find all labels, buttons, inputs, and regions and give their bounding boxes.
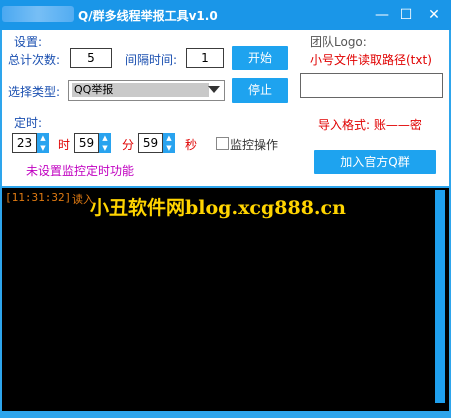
monitor-checkbox[interactable] [216,137,229,150]
minimize-button[interactable]: — [373,6,391,24]
window-bottom-border [0,411,451,418]
account-file-path-input[interactable] [300,73,443,98]
chevron-down-icon[interactable] [208,86,220,93]
log-scrollbar[interactable] [435,190,445,403]
spin-down-icon[interactable]: ▼ [37,143,49,153]
hour-input[interactable]: 23 [12,133,37,153]
window-title: Q/群多线程举报工具v1.0 [78,9,218,23]
second-spinner[interactable]: ▲ ▼ [163,133,175,153]
timer-section-label: 定时: [14,116,43,130]
maximize-button[interactable]: ☐ [397,6,415,24]
start-button[interactable]: 开始 [232,46,288,70]
account-file-path-hint: 小号文件读取路径(txt) [310,53,432,67]
monitor-label[interactable]: 监控操作 [230,136,278,153]
stop-button[interactable]: 停止 [232,78,288,103]
type-select[interactable]: QQ举报 [68,80,225,101]
interval-label: 间隔时间: [125,53,178,67]
title-bar[interactable]: Q/群多线程举报工具v1.0 — ☐ ✕ [0,0,451,30]
minute-unit: 分 [122,138,135,152]
settings-panel: 设置: 总计次数: 5 间隔时间: 1 开始 选择类型: QQ举报 停止 定时:… [2,30,449,186]
type-label: 选择类型: [8,85,61,99]
import-format-text: 导入格式: 账——密 [318,118,422,132]
spin-up-icon[interactable]: ▲ [99,133,111,143]
spin-down-icon[interactable]: ▼ [99,143,111,153]
minute-spinner[interactable]: ▲ ▼ [99,133,111,153]
second-unit: 秒 [185,138,198,152]
total-count-label: 总计次数: [8,53,61,67]
app-icon [2,6,74,22]
minute-input[interactable]: 59 [74,133,99,153]
settings-section-label: 设置: [14,35,43,49]
close-button[interactable]: ✕ [425,6,443,24]
total-count-input[interactable]: 5 [70,48,112,68]
join-group-button[interactable]: 加入官方Q群 [314,150,436,174]
type-select-value: QQ举报 [72,83,209,97]
interval-input[interactable]: 1 [186,48,224,68]
hour-spinner[interactable]: ▲ ▼ [37,133,49,153]
hour-unit: 时 [58,138,71,152]
spin-up-icon[interactable]: ▲ [37,133,49,143]
log-timestamp: [11:31:32] [5,191,72,204]
log-console: [11:31:32] 读入 [2,188,449,411]
spin-up-icon[interactable]: ▲ [163,133,175,143]
watermark-text: 小丑软件网blog.xcg888.cn [90,197,346,219]
app-window: Q/群多线程举报工具v1.0 — ☐ ✕ 设置: 总计次数: 5 间隔时间: 1… [0,0,451,418]
team-logo-label: 团队Logo: [310,35,367,49]
timer-status-text: 未设置监控定时功能 [26,164,135,178]
second-input[interactable]: 59 [138,133,163,153]
spin-down-icon[interactable]: ▼ [163,143,175,153]
